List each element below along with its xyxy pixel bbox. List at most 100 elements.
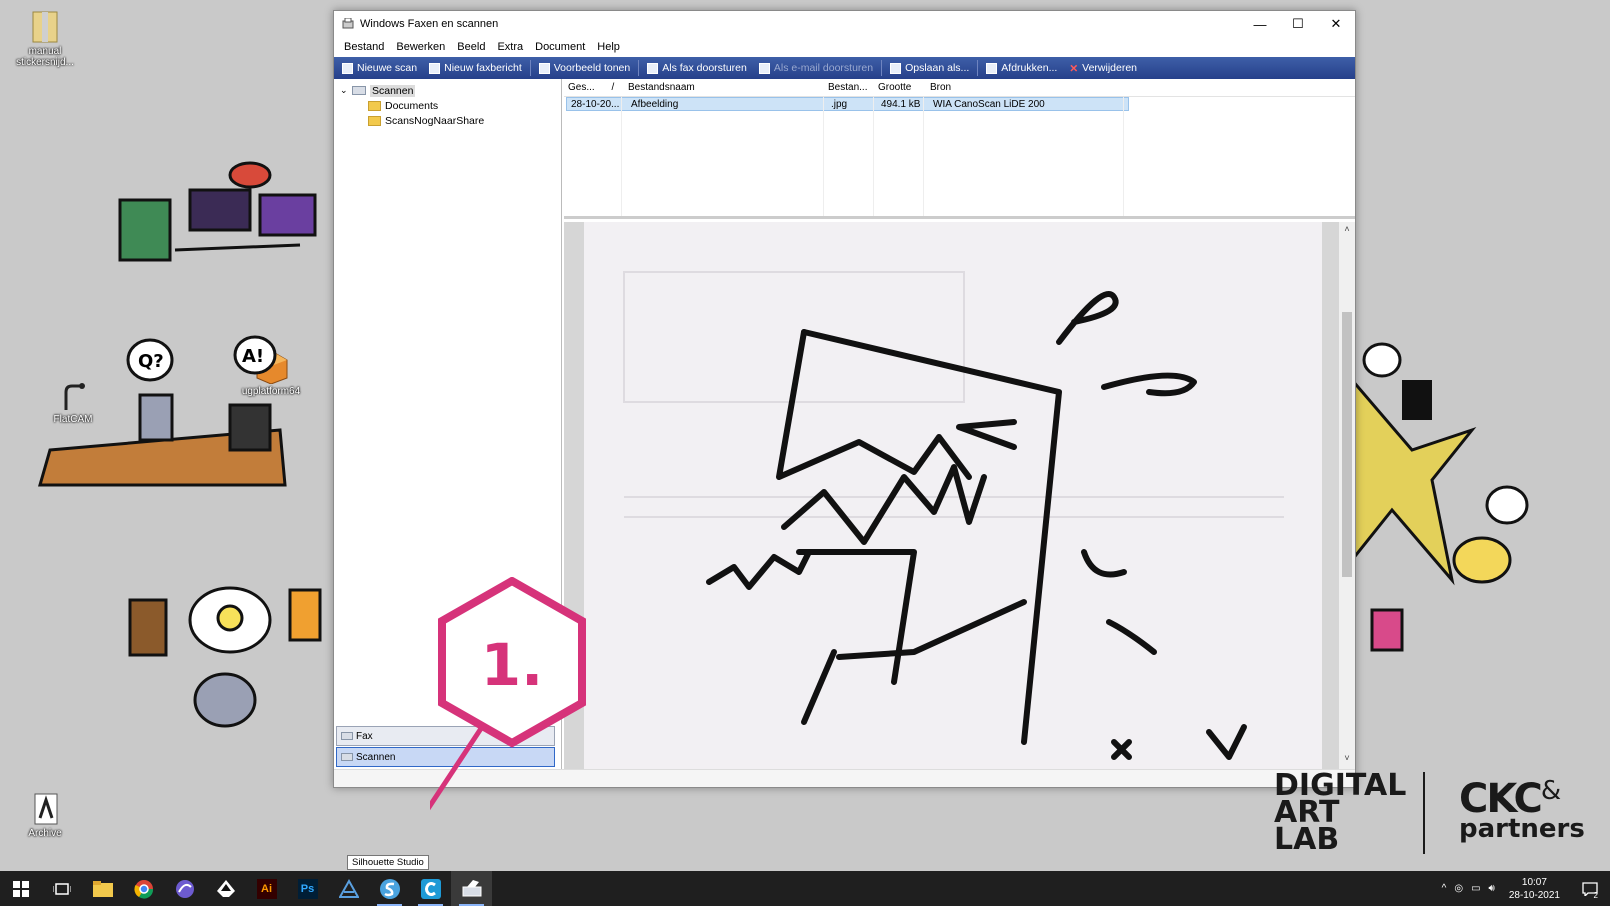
svg-text:A!: A! [242, 346, 264, 367]
new-fax-label: Nieuw faxbericht [444, 62, 522, 74]
task-view-icon [52, 882, 71, 895]
wallpaper-illustration-workshop: Q? A! [38, 335, 287, 487]
menu-bestand[interactable]: Bestand [338, 41, 390, 53]
content-pane: Ges... / Bestandsnaam Bestan... Grootte … [564, 79, 1355, 769]
scroll-up-icon[interactable]: ˄ [1339, 224, 1355, 238]
menu-beeld[interactable]: Beeld [451, 41, 491, 53]
menu-extra[interactable]: Extra [491, 41, 529, 53]
column-header-size[interactable]: Grootte [874, 82, 924, 93]
scanner-icon [342, 62, 353, 74]
chevron-down-icon[interactable]: ⌄ [340, 85, 352, 96]
new-scan-button[interactable]: Nieuwe scan [336, 58, 423, 78]
desktop-icon-manual[interactable]: manual stickersnijd... [10, 8, 80, 68]
cell-date: 28-10-20... [571, 98, 620, 110]
new-scan-label: Nieuwe scan [357, 62, 418, 74]
volume-icon[interactable]: 🔊︎ [1489, 883, 1495, 894]
action-center-button[interactable]: 2 [1570, 871, 1610, 906]
menu-bewerken[interactable]: Bewerken [390, 41, 451, 53]
tree-item-scansnognaarshare[interactable]: ScansNogNaarShare [340, 113, 561, 128]
meet-now-icon[interactable]: ◎ [1454, 883, 1463, 894]
column-header-type[interactable]: Bestan... [824, 82, 874, 93]
minimize-button[interactable]: — [1241, 11, 1279, 37]
taskbar-chrome[interactable] [123, 871, 164, 906]
network-icon[interactable]: ▭ [1471, 883, 1480, 894]
desktop-icon-archive[interactable]: Archive [10, 792, 80, 839]
nav-scannen-label: Scannen [356, 751, 396, 763]
save-icon [890, 62, 902, 74]
taskbar-fax-scan[interactable] [451, 871, 492, 906]
step-arrow [430, 725, 485, 811]
fax-icon [341, 732, 353, 740]
close-button[interactable]: ✕ [1317, 11, 1355, 37]
file-list: Ges... / Bestandsnaam Bestan... Grootte … [564, 79, 1355, 219]
tree-item-documents[interactable]: Documents [340, 98, 561, 113]
sort-indicator-icon: / [611, 82, 615, 93]
title-bar[interactable]: Windows Faxen en scannen — ☐ ✕ [334, 11, 1355, 37]
delete-icon: ✕ [1069, 62, 1079, 75]
print-label: Afdrukken... [1001, 62, 1058, 74]
taskbar: Ai Ps ^ ◎ ▭ 🔊︎ 10:07 28-10-2021 2 [0, 871, 1610, 906]
preview-scrollbar[interactable]: ˄ ˅ [1339, 222, 1355, 769]
tree-item-label: Documents [385, 99, 439, 112]
wallpaper-illustration-meeting [128, 586, 322, 728]
desktop-icon-label: Archive [28, 828, 62, 839]
silhouette-studio-icon [379, 878, 400, 899]
taskbar-photoshop[interactable]: Ps [287, 871, 328, 906]
fax-scan-app-icon [342, 18, 354, 29]
scanner-icon [341, 753, 353, 761]
taskbar-app-1[interactable] [164, 871, 205, 906]
scroll-down-icon[interactable]: ˅ [1339, 753, 1355, 767]
save-as-button[interactable]: Opslaan als... [884, 58, 975, 78]
list-item[interactable]: 28-10-20... Afbeelding .jpg 494.1 kB WIA… [566, 97, 1129, 111]
forward-email-button[interactable]: Als e-mail doorsturen [753, 58, 879, 78]
menu-help[interactable]: Help [591, 41, 626, 53]
scanner-icon [352, 86, 366, 95]
cell-source: WIA CanoScan LiDE 200 [933, 98, 1045, 110]
forward-fax-button[interactable]: Als fax doorsturen [641, 58, 753, 78]
chevron-up-icon[interactable]: ^ [1442, 883, 1447, 894]
taskbar-file-explorer[interactable] [82, 871, 123, 906]
forward-fax-label: Als fax doorsturen [662, 62, 747, 74]
delete-button[interactable]: ✕ Verwijderen [1063, 58, 1143, 78]
taskbar-app-2[interactable] [328, 871, 369, 906]
scan-preview: ˄ ˅ [564, 222, 1355, 769]
menu-document[interactable]: Document [529, 41, 591, 53]
task-view-button[interactable] [41, 871, 82, 906]
ckc-partners-logo: CKC& partners [1459, 776, 1585, 844]
taskbar-silhouette-studio[interactable] [369, 871, 410, 906]
column-header-filename[interactable]: Bestandsnaam [622, 82, 824, 93]
email-icon [758, 62, 770, 74]
clock-time: 10:07 [1521, 876, 1547, 888]
scroll-thumb[interactable] [1342, 312, 1352, 577]
folder-icon [368, 100, 381, 111]
fax-icon [647, 62, 659, 74]
svg-text:Q?: Q? [138, 351, 164, 372]
app-icon [338, 878, 359, 898]
notification-count-badge: 2 [1593, 891, 1598, 900]
logo-line: LAB [1274, 822, 1340, 857]
digital-art-lab-logo: DIGITAL ART LAB [1274, 771, 1406, 857]
taskbar-inkscape[interactable] [205, 871, 246, 906]
print-button[interactable]: Afdrukken... [980, 58, 1063, 78]
preview-icon [538, 62, 550, 74]
toolbar-separator [977, 60, 979, 76]
column-header-date[interactable]: Ges... / [564, 82, 622, 93]
app-c-icon [420, 878, 441, 899]
clock[interactable]: 10:07 28-10-2021 [1509, 876, 1560, 902]
forward-email-label: Als e-mail doorsturen [773, 62, 874, 74]
delete-label: Verwijderen [1082, 62, 1138, 74]
new-fax-button[interactable]: Nieuw faxbericht [423, 58, 528, 78]
tree-item-scannen[interactable]: ⌄ Scannen [340, 83, 561, 98]
toolbar-separator [881, 60, 883, 76]
column-header-source[interactable]: Bron [924, 82, 1124, 93]
toolbar-separator [638, 60, 640, 76]
inkscape-icon [216, 879, 235, 897]
cell-size: 494.1 kB [881, 98, 921, 110]
window-title: Windows Faxen en scannen [360, 18, 499, 30]
start-button[interactable] [0, 871, 41, 906]
maximize-button[interactable]: ☐ [1279, 11, 1317, 37]
taskbar-app-c[interactable] [410, 871, 451, 906]
taskbar-illustrator[interactable]: Ai [246, 871, 287, 906]
folder-icon [368, 115, 381, 126]
show-preview-button[interactable]: Voorbeeld tonen [533, 58, 636, 78]
